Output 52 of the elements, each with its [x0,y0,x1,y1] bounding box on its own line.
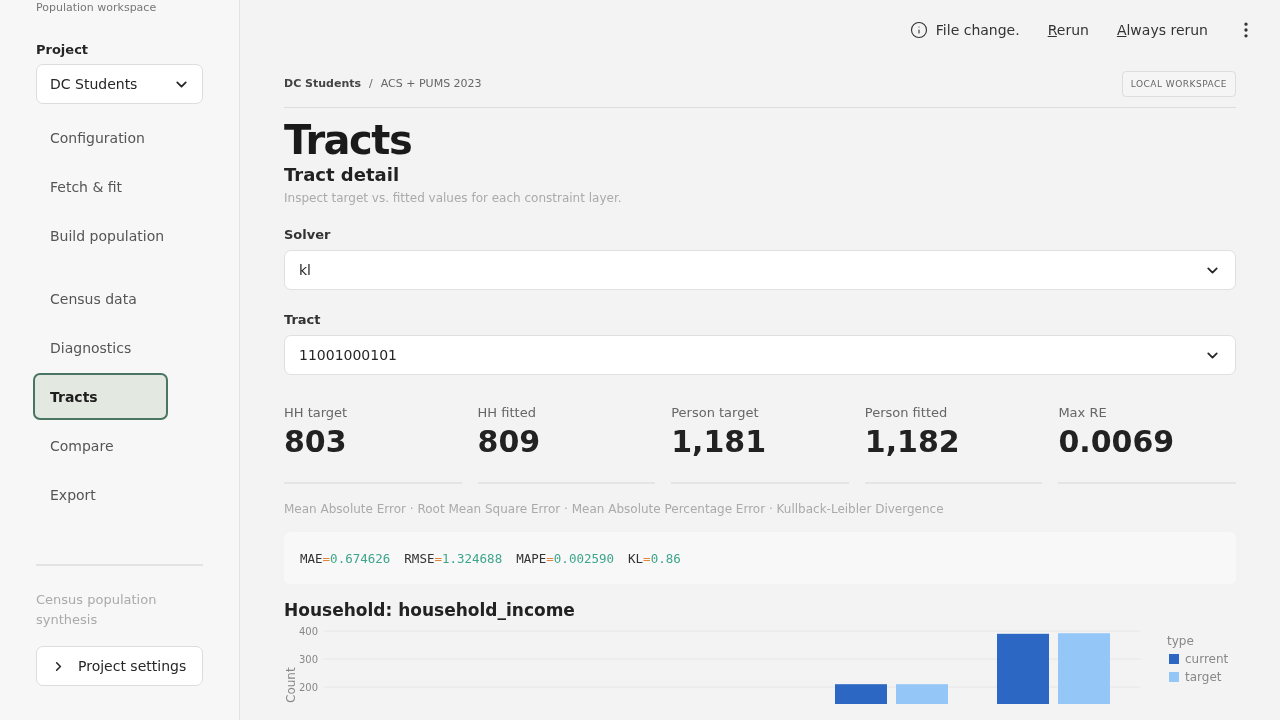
stat-label: HH fitted [477,405,537,420]
info-icon [909,21,928,39]
breadcrumb-separator: / [369,77,373,90]
workspace-caption: Population workspace [36,1,158,14]
nav-item[interactable]: Census data [33,275,168,322]
bar [997,633,1049,704]
section-description: Inspect target vs. fitted values for each constraint layer. [284,191,623,205]
legend-label: current [1185,652,1229,666]
project-select[interactable]: DC Students [36,64,203,104]
project-settings-button[interactable]: Project settings [36,646,203,686]
field-label: Tract [284,312,322,327]
select-field[interactable]: kl [284,250,1236,290]
axis-tick-label: 300 [298,654,318,665]
toolbar-action[interactable]: Always rerun [1116,22,1208,38]
app-caption: Census population synthesis [36,591,158,629]
field-label: Solver [284,227,332,242]
legend-title: type [1167,634,1194,648]
stat-value: 809 [477,424,542,459]
project-label: Project [36,42,90,57]
bar [835,684,887,704]
stat-value: 803 [284,424,348,459]
workspace-badge: LOCAL WORKSPACE [1121,70,1236,97]
metrics-caption: Mean Absolute Error · Root Mean Square Error · Mean Absolute Percentage Error · Kullback-Leibler Divergence [284,502,945,516]
breadcrumb-item[interactable]: DC Students [284,77,362,90]
metrics-code-block: MAE=0.674626 RMSE=1.324688 MAPE=0.002590 KL=0.86 [284,532,1236,584]
nav-item[interactable]: Configuration [33,114,168,161]
legend-label: target [1185,670,1222,684]
stat-value: 0.0069 [1058,424,1176,459]
breadcrumb-item: ACS + PUMS 2023 [380,77,482,90]
axis-tick-label: 200 [298,682,318,693]
axis-label: Count [284,667,298,703]
nav-item[interactable]: Export [33,471,168,518]
nav-item[interactable]: Fetch & fit [33,163,168,210]
section-title: Tract detail [284,164,401,185]
stat-label: Person target [671,405,760,420]
nav-item[interactable]: Compare [33,422,168,469]
axis-tick-label: 400 [298,626,318,637]
bar [1058,633,1110,704]
stat-value: 1,181 [671,424,768,459]
page-title: Tracts [284,116,413,164]
stat-label: Person fitted [864,405,949,420]
nav-item[interactable]: Tracts [33,373,168,420]
nav-item[interactable]: Build population [33,212,168,259]
stat-value: 1,182 [864,424,961,459]
stat-label: HH target [284,405,349,420]
toolbar-action[interactable]: Rerun [1047,22,1089,38]
chart-title: Household: household_income [284,600,576,620]
select-field[interactable]: 11001000101 [284,335,1236,375]
status-text: File change. [935,22,1020,38]
nav-item[interactable]: Diagnostics [33,324,168,371]
bar [896,684,948,704]
stat-label: Max RE [1058,405,1108,420]
